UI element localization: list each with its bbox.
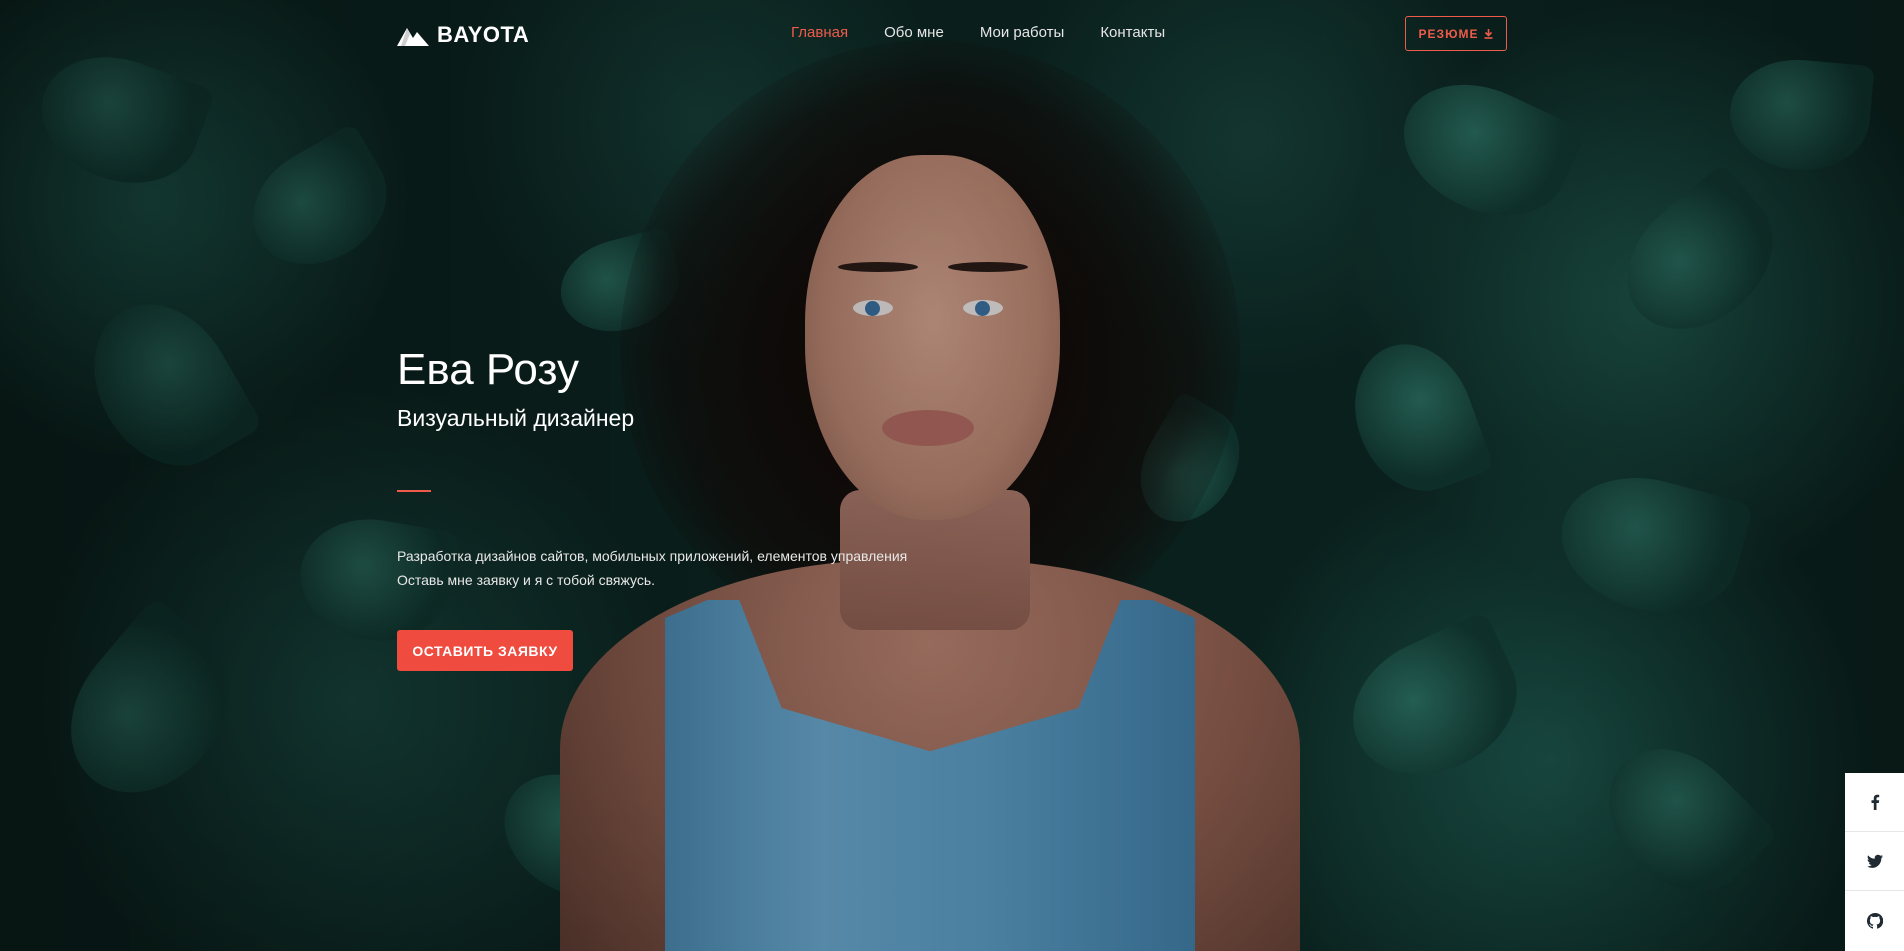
hero-role: Визуальный дизайнер	[397, 405, 635, 431]
nav-item-home[interactable]: Главная	[791, 24, 848, 41]
social-github-button[interactable]	[1845, 891, 1904, 950]
social-twitter-button[interactable]	[1845, 832, 1904, 891]
logo[interactable]: BAYOTA	[397, 22, 529, 48]
social-bar	[1845, 773, 1904, 951]
hero-desc-line-2: Оставь мне заявку и я с тобой свяжусь.	[397, 572, 656, 588]
nav-item-contacts[interactable]: Контакты	[1100, 24, 1165, 41]
logo-text: BAYOTA	[437, 22, 530, 47]
twitter-icon	[1866, 854, 1883, 868]
social-facebook-button[interactable]	[1845, 773, 1904, 832]
nav-item-works[interactable]: Мои работы	[980, 24, 1065, 41]
hero-name: Ева Розу	[397, 345, 579, 394]
resume-button[interactable]: РЕЗЮМЕ	[1405, 16, 1507, 51]
github-icon	[1866, 912, 1883, 929]
resume-label: РЕЗЮМЕ	[1418, 26, 1479, 41]
nav-item-about[interactable]: Обо мне	[884, 24, 944, 41]
hero-divider	[397, 490, 431, 492]
facebook-icon	[1871, 794, 1879, 810]
cta-button[interactable]: ОСТАВИТЬ ЗАЯВКУ	[397, 630, 573, 671]
download-icon	[1484, 28, 1493, 39]
hero-content: Ева Розу Визуальный дизайнер Разработка …	[397, 345, 997, 671]
main-nav: Главная Обо мне Мои работы Контакты	[791, 24, 1165, 41]
logo-mountain-icon	[397, 28, 429, 46]
hero-description: Разработка дизайнов сайтов, мобильных пр…	[397, 544, 997, 592]
hero-desc-line-1: Разработка дизайнов сайтов, мобильных пр…	[397, 548, 908, 564]
site-header: BAYOTA Главная Обо мне Мои работы Контак…	[0, 0, 1904, 68]
